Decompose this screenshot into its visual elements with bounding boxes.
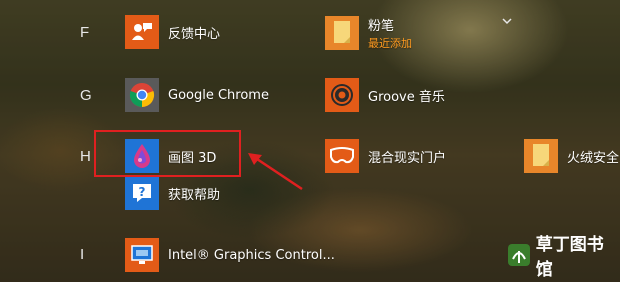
section-letter-f[interactable]: F — [80, 24, 89, 41]
watermark: 草丁图书馆 — [506, 230, 620, 280]
svg-text:?: ? — [139, 185, 146, 199]
app-huorong-security[interactable]: 火绒安全家 — [524, 139, 620, 173]
app-mixed-reality-portal[interactable]: 混合现实门户 — [325, 139, 446, 173]
section-letter-i[interactable]: I — [80, 246, 84, 263]
app-google-chrome[interactable]: Google Chrome — [125, 78, 269, 112]
mixed-reality-icon — [325, 139, 359, 173]
app-label: Intel® Graphics Control... — [168, 247, 335, 263]
chevron-down-icon[interactable] — [500, 14, 514, 28]
watermark-text: 草丁图书馆 — [535, 235, 604, 280]
annotation-arrow-icon — [248, 153, 303, 191]
feedback-icon — [125, 15, 159, 49]
highlight-box — [94, 130, 241, 177]
app-intel-graphics-control[interactable]: Intel® Graphics Control... — [125, 238, 335, 272]
app-label: 混合现实门户 — [368, 150, 447, 166]
app-label-group: 粉笔 最近添加 — [368, 15, 412, 51]
watermark-logo-icon — [506, 242, 532, 268]
app-groove-music[interactable]: Groove 音乐 — [325, 78, 445, 112]
app-label: 反馈中心 — [168, 26, 221, 42]
app-get-help[interactable]: ? 获取帮助 — [125, 176, 220, 210]
section-letter-h[interactable]: H — [80, 148, 91, 165]
intel-graphics-icon — [125, 238, 159, 272]
recently-added-label: 最近添加 — [368, 37, 412, 50]
app-label: Groove 音乐 — [368, 89, 445, 105]
sticky-note-icon — [524, 139, 558, 173]
app-sticky-notes[interactable]: 粉笔 最近添加 — [325, 15, 412, 51]
app-label: 火绒安全家 — [567, 150, 620, 166]
groove-music-icon — [325, 78, 359, 112]
chrome-icon — [125, 78, 159, 112]
help-icon: ? — [125, 176, 159, 210]
app-label: Google Chrome — [168, 87, 269, 103]
section-letter-g[interactable]: G — [80, 87, 92, 104]
app-label: 获取帮助 — [168, 187, 221, 203]
app-label: 粉笔 — [368, 19, 395, 34]
sticky-note-icon — [325, 16, 359, 50]
app-feedback-hub[interactable]: 反馈中心 — [125, 15, 220, 49]
